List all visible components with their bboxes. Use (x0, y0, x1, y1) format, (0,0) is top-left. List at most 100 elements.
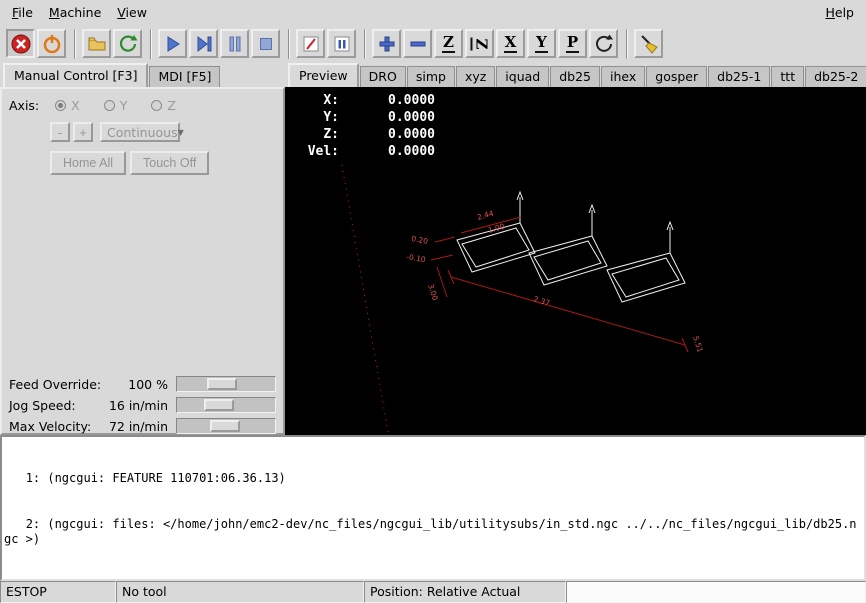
menu-view[interactable]: View (109, 2, 155, 23)
dim-label: 0.20 (411, 234, 429, 246)
dimension-lines (431, 217, 688, 352)
step-button[interactable] (189, 29, 218, 58)
clear-plot-button[interactable] (634, 29, 663, 58)
readout-vel-value: 0.0000 (339, 143, 435, 160)
tab-gosper[interactable]: gosper (646, 66, 707, 87)
menubar: File Machine View Help (0, 0, 866, 25)
log-line: 2: (ngcgui: files: </home/john/emc2-dev/… (4, 517, 857, 548)
axis-radio-z[interactable]: Z (151, 98, 176, 113)
jog-mode-value: Continuous (107, 125, 178, 140)
dim-label: 2.37 (532, 294, 551, 308)
view-top-button[interactable]: Z (434, 29, 463, 58)
axis-label: Axis: (9, 98, 39, 113)
machine-power-button[interactable] (37, 29, 66, 58)
jog-plus-button[interactable]: + (73, 122, 93, 142)
jog-speed-label: Jog Speed: (9, 398, 76, 413)
tab-dro[interactable]: DRO (360, 66, 406, 87)
run-button[interactable] (158, 29, 187, 58)
max-velocity-value: 72 in/min (106, 419, 168, 434)
tab-preview[interactable]: Preview (288, 63, 359, 87)
zoom-out-button[interactable] (403, 29, 432, 58)
view-perspective-button[interactable]: P (558, 29, 587, 58)
open-file-button[interactable] (82, 29, 111, 58)
feed-override-row: Feed Override: 100 % (9, 374, 276, 394)
feed-override-thumb[interactable] (207, 378, 237, 390)
reload-icon (117, 33, 139, 55)
preview-canvas[interactable]: X:0.0000 Y:0.0000 Z:0.0000 Vel:0.0000 (285, 87, 866, 435)
tab-manual-control[interactable]: Manual Control [F3] (3, 63, 148, 87)
zoom-in-button[interactable] (372, 29, 401, 58)
optional-stop-icon (331, 33, 353, 55)
menu-file[interactable]: File (4, 2, 41, 23)
toolbar-separator (364, 29, 366, 59)
toolbar-separator (626, 29, 628, 59)
manual-control-content: Axis: X Y Z - + Continuous (0, 87, 285, 435)
tab-iquad[interactable]: iquad (496, 66, 549, 87)
power-icon (41, 33, 63, 55)
dim-label: 3.00 (426, 283, 440, 302)
pause-button[interactable] (220, 29, 249, 58)
zoom-in-icon (376, 33, 398, 55)
tab-db25-2[interactable]: db25-2 (805, 66, 866, 87)
max-velocity-slider[interactable] (176, 418, 276, 434)
dim-label: 1.00 (487, 222, 506, 235)
axis-z-label: Z (167, 98, 176, 113)
view-rotated-top-button[interactable]: Z (465, 29, 494, 58)
feed-override-slider[interactable] (176, 376, 276, 392)
statusbar-estop: ESTOP (0, 581, 116, 603)
tab-db25[interactable]: db25 (550, 66, 600, 87)
broom-icon (638, 33, 660, 55)
tab-ttt[interactable]: ttt (771, 66, 804, 87)
stop-button[interactable] (251, 29, 280, 58)
tab-db25-1[interactable]: db25-1 (708, 66, 770, 87)
toolpath-shape-2 (529, 205, 607, 285)
jog-mode-dropdown[interactable]: Continuous ▼ (100, 122, 180, 142)
toolbar-separator (150, 29, 152, 59)
rotate-view-button[interactable] (589, 29, 618, 58)
axis-radio-x[interactable]: X (55, 98, 80, 113)
stop-icon (255, 33, 277, 55)
jog-minus-button[interactable]: - (50, 122, 70, 142)
folder-icon (86, 33, 108, 55)
tab-ihex[interactable]: ihex (601, 66, 645, 87)
tab-mdi[interactable]: MDI [F5] (149, 66, 220, 87)
reload-file-button[interactable] (113, 29, 142, 58)
statusbar-filler (566, 581, 866, 603)
right-tabbar: Preview DRO simp xyz iquad db25 ihex gos… (285, 62, 866, 87)
dim-label: 5.51 (691, 335, 705, 354)
toolbar-separator (74, 29, 76, 59)
statusbar-tool: No tool (116, 581, 364, 603)
jog-speed-value: 16 in/min (106, 398, 168, 413)
optional-stop-toggle[interactable] (327, 29, 356, 58)
left-tabbar: Manual Control [F3] MDI [F5] (0, 62, 285, 87)
tab-xyz[interactable]: xyz (456, 66, 495, 87)
axis-extent-line (342, 165, 388, 432)
touch-off-button[interactable]: Touch Off (130, 151, 209, 175)
jog-speed-slider[interactable] (176, 397, 276, 413)
view-front-button[interactable]: Y (527, 29, 556, 58)
toolbar-separator (288, 29, 290, 59)
max-velocity-thumb[interactable] (210, 420, 240, 432)
block-delete-toggle[interactable] (296, 29, 325, 58)
home-all-button[interactable]: Home All (50, 151, 126, 175)
view-side-button[interactable]: X (496, 29, 525, 58)
max-velocity-label: Max Velocity: (9, 419, 91, 434)
jog-speed-thumb[interactable] (204, 399, 234, 411)
radio-y-indicator (104, 100, 115, 111)
tab-simp[interactable]: simp (407, 66, 455, 87)
menu-machine[interactable]: Machine (41, 2, 109, 23)
menu-help[interactable]: Help (817, 2, 862, 23)
readout-z-label: Z: (293, 126, 339, 143)
view-perspective-icon: P (566, 35, 579, 53)
axis-radio-y[interactable]: Y (104, 98, 128, 113)
readout-x-label: X: (293, 92, 339, 109)
gcode-log[interactable]: 1: (ngcgui: FEATURE 110701:06.36.13) 2: … (0, 435, 866, 581)
step-icon (193, 33, 215, 55)
home-row: Home All Touch Off (50, 151, 213, 175)
view-top-icon: Z (442, 35, 455, 53)
view-rotated-top-icon: Z (470, 37, 488, 50)
dim-label: -0.10 (406, 252, 427, 264)
position-readout: X:0.0000 Y:0.0000 Z:0.0000 Vel:0.0000 (293, 92, 435, 160)
estop-button[interactable] (6, 29, 35, 58)
readout-y-label: Y: (293, 109, 339, 126)
